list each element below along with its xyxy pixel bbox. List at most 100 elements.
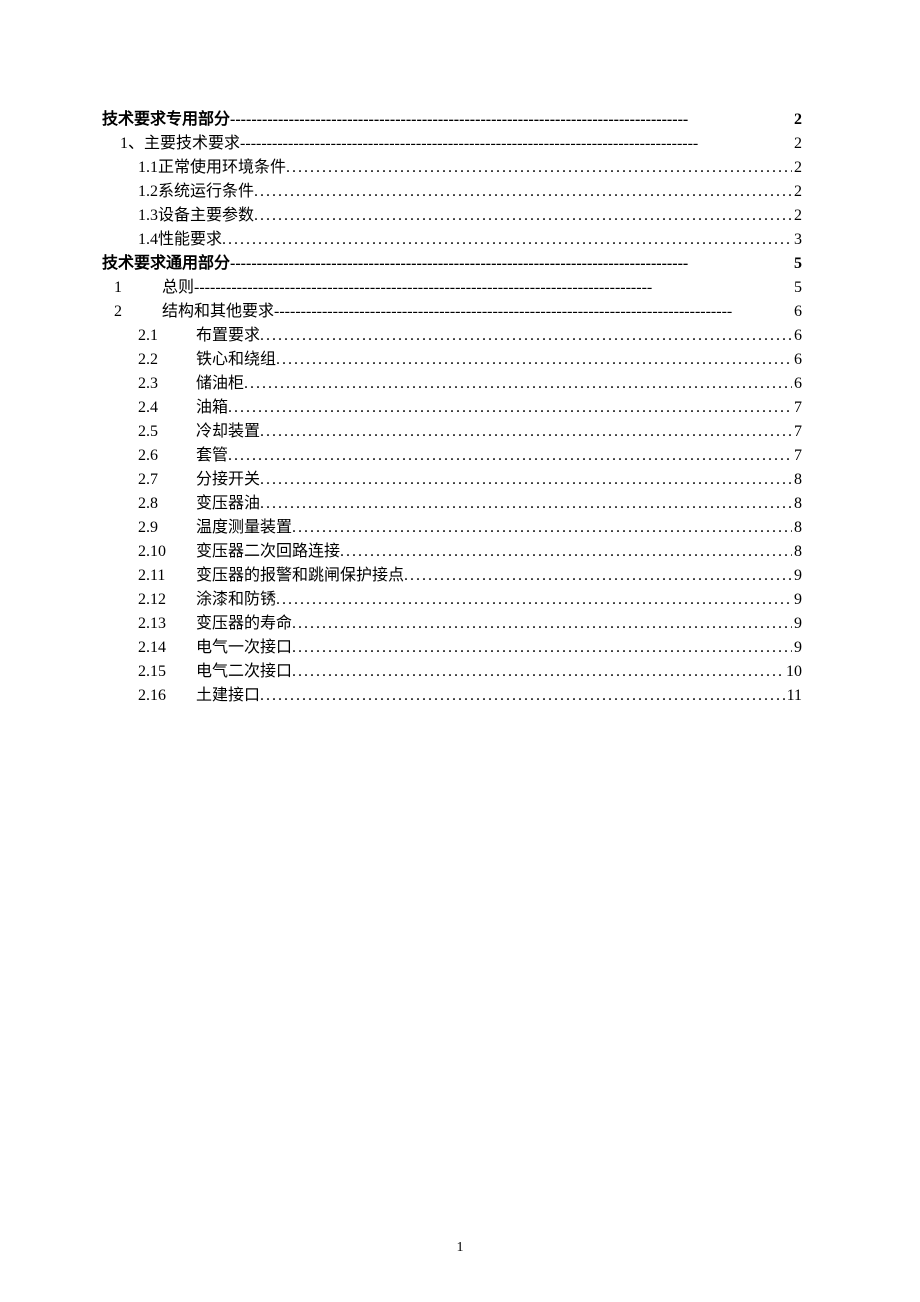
toc-leader-dots <box>276 348 792 372</box>
toc-entry-title: 涂漆和防锈 <box>196 588 276 612</box>
toc-entry-page: 2 <box>792 204 802 228</box>
toc-entry-title: 结构和其他要求 <box>162 300 274 324</box>
toc-entry-title: 变压器的报警和跳闸保护接点 <box>196 564 404 588</box>
toc-entry-number: 1.4 <box>138 228 158 252</box>
toc-entry-page: 9 <box>792 588 802 612</box>
toc-entry: 2.11变压器的报警和跳闸保护接点 9 <box>102 564 802 588</box>
toc-entry-title: 储油柜 <box>196 372 244 396</box>
toc-entry-title: 温度测量装置 <box>196 516 292 540</box>
toc-leader-dots <box>276 588 792 612</box>
toc-entry: 技术要求通用部分 5 <box>102 252 802 276</box>
toc-entry: 2.1布置要求6 <box>102 324 802 348</box>
toc-entry-title: 变压器油 <box>196 492 260 516</box>
toc-entry-number: 2.6 <box>138 444 196 468</box>
toc-entry-number: 2.12 <box>138 588 196 612</box>
toc-entry-page: 7 <box>792 420 802 444</box>
toc-entry: 2.5冷却装置7 <box>102 420 802 444</box>
toc-leader-dots <box>292 636 792 660</box>
toc-entry: 1.4 性能要求 3 <box>102 228 802 252</box>
toc-entry-title: 正常使用环境条件 <box>158 156 286 180</box>
toc-entry-page: 2 <box>792 132 802 156</box>
page-number: 1 <box>0 1240 920 1256</box>
toc-entry-number: 1、 <box>120 132 144 156</box>
toc-entry-title: 油箱 <box>196 396 228 420</box>
toc-entry-number: 2.14 <box>138 636 196 660</box>
page-content: 技术要求专用部分21、主要技术要求21.1 正常使用环境条件21.2 系统运行条… <box>0 0 920 708</box>
toc-entry-number: 2.13 <box>138 612 196 636</box>
toc-entry-title: 变压器的寿命 <box>196 612 292 636</box>
toc-entry-title: 设备主要参数 <box>158 204 254 228</box>
toc-leader-dots <box>228 396 792 420</box>
toc-entry-page: 10 <box>784 660 802 684</box>
toc-entry: 1.1 正常使用环境条件 2 <box>102 156 802 180</box>
toc-entry-number: 1.1 <box>138 156 158 180</box>
toc-entry-number: 2 <box>114 300 162 324</box>
toc-leader-dots <box>254 180 792 204</box>
toc-entry-page: 7 <box>792 396 802 420</box>
toc-entry-title: 分接开关 <box>196 468 260 492</box>
toc-leader-dots <box>404 564 792 588</box>
toc-entry-title: 变压器二次回路连接 <box>196 540 340 564</box>
toc-entry: 1总则 5 <box>102 276 802 300</box>
toc-entry: 1、主要技术要求 2 <box>102 132 802 156</box>
toc-entry-number: 2.15 <box>138 660 196 684</box>
toc-entry-title: 铁心和绕组 <box>196 348 276 372</box>
toc-leader-dots <box>254 204 792 228</box>
toc-entry-page: 5 <box>792 276 802 300</box>
toc-entry-page: 8 <box>792 540 802 564</box>
toc-leader-dots <box>260 468 792 492</box>
toc-entry-number: 2.11 <box>138 564 196 588</box>
toc-entry-number: 2.10 <box>138 540 196 564</box>
toc-entry-page: 3 <box>792 228 802 252</box>
toc-entry: 2.8变压器油8 <box>102 492 802 516</box>
toc-leader-dashes <box>194 276 792 300</box>
toc-entry-number: 1 <box>114 276 162 300</box>
toc-leader-dots <box>228 444 792 468</box>
toc-entry-title: 技术要求通用部分 <box>102 252 230 276</box>
toc-entry: 2.10变压器二次回路连接 8 <box>102 540 802 564</box>
toc-entry-number: 2.7 <box>138 468 196 492</box>
toc-leader-dots <box>260 420 792 444</box>
toc-entry-page: 5 <box>792 252 802 276</box>
toc-entry-page: 7 <box>792 444 802 468</box>
toc-entry: 2.12涂漆和防锈 9 <box>102 588 802 612</box>
toc-entry: 2.4油箱 7 <box>102 396 802 420</box>
toc-leader-dots <box>292 660 784 684</box>
toc-entry: 2.7分接开关 8 <box>102 468 802 492</box>
toc-entry-title: 系统运行条件 <box>158 180 254 204</box>
toc-entry-title: 性能要求 <box>158 228 222 252</box>
toc-entry-title: 布置要求 <box>196 324 260 348</box>
toc-entry-page: 6 <box>792 372 802 396</box>
toc-entry-title: 电气二次接口 <box>196 660 292 684</box>
toc-leader-dots <box>260 492 792 516</box>
toc-entry: 2.15电气二次接口 10 <box>102 660 802 684</box>
toc-entry-title: 主要技术要求 <box>144 132 240 156</box>
toc-entry: 1.2 系统运行条件2 <box>102 180 802 204</box>
toc-leader-dashes <box>230 252 792 276</box>
toc-entry: 2结构和其他要求6 <box>102 300 802 324</box>
toc-entry-title: 套管 <box>196 444 228 468</box>
toc-entry-number: 2.16 <box>138 684 196 708</box>
toc-entry-title: 总则 <box>162 276 194 300</box>
toc-entry-number: 1.2 <box>138 180 158 204</box>
toc-entry-page: 2 <box>792 156 802 180</box>
toc-entry-number: 2.4 <box>138 396 196 420</box>
table-of-contents: 技术要求专用部分21、主要技术要求21.1 正常使用环境条件21.2 系统运行条… <box>102 108 802 708</box>
toc-entry-title: 技术要求专用部分 <box>102 108 230 132</box>
toc-entry: 1.3 设备主要参数2 <box>102 204 802 228</box>
toc-entry-page: 8 <box>792 492 802 516</box>
toc-entry-page: 9 <box>792 612 802 636</box>
toc-entry-page: 8 <box>792 468 802 492</box>
toc-leader-dashes <box>240 132 792 156</box>
toc-entry-number: 2.3 <box>138 372 196 396</box>
toc-entry: 技术要求专用部分2 <box>102 108 802 132</box>
toc-entry: 2.9温度测量装置8 <box>102 516 802 540</box>
toc-leader-dots <box>292 516 792 540</box>
toc-leader-dots <box>222 228 792 252</box>
toc-entry: 2.6套管 7 <box>102 444 802 468</box>
toc-entry-page: 9 <box>792 564 802 588</box>
toc-leader-dots <box>260 324 792 348</box>
toc-entry: 2.3储油柜 6 <box>102 372 802 396</box>
toc-leader-dots <box>292 612 792 636</box>
toc-entry: 2.2铁心和绕组6 <box>102 348 802 372</box>
